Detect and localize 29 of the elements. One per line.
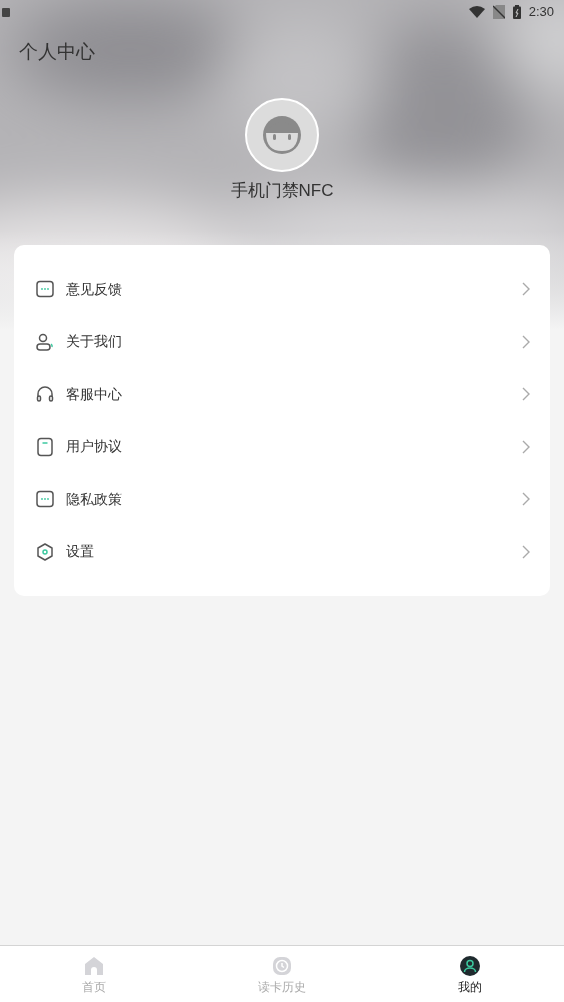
status-time: 2:30: [528, 3, 554, 22]
home-icon: [83, 955, 105, 977]
message-icon: [35, 279, 55, 300]
clock-icon: [271, 955, 293, 977]
settings-icon: [35, 541, 55, 562]
notification-icon: [2, 7, 10, 17]
menu-item[interactable]: 客服中心: [14, 368, 550, 421]
headset-icon: [35, 384, 55, 405]
chevron-right-icon: [522, 334, 530, 349]
face-icon: [261, 115, 303, 155]
wifi-icon: [468, 6, 485, 18]
profile-icon: [459, 955, 481, 977]
chevron-right-icon: [522, 282, 530, 297]
battery-icon: [512, 5, 521, 19]
menu-item[interactable]: 设置: [14, 525, 550, 578]
message-icon: [35, 489, 55, 510]
menu-item[interactable]: 用户协议: [14, 420, 550, 473]
chevron-right-icon: [522, 492, 530, 507]
chevron-right-icon: [522, 387, 530, 402]
user-icon: [35, 331, 55, 352]
chevron-right-icon: [522, 544, 530, 559]
document-icon: [35, 436, 55, 457]
app-name: 手机门禁NFC: [230, 180, 334, 202]
menu-item[interactable]: 意见反馈: [14, 263, 550, 316]
tab[interactable]: 我的: [376, 946, 564, 1002]
menu-item[interactable]: 隐私政策: [14, 473, 550, 526]
menu-item[interactable]: 关于我们: [14, 315, 550, 368]
page-title: 个人中心: [19, 39, 95, 64]
chevron-right-icon: [522, 439, 530, 454]
